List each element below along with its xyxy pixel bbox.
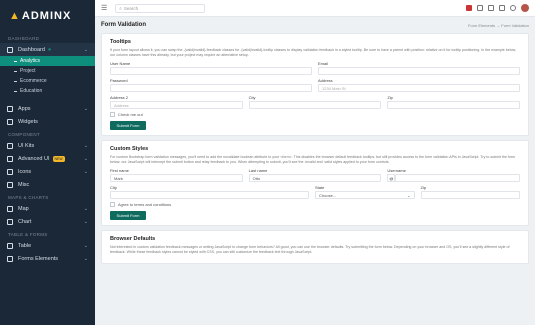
notification-icon[interactable] (499, 5, 505, 11)
chevron-down-icon: ⌄ (407, 193, 411, 198)
misc-icon (7, 181, 13, 188)
table-icon (7, 242, 13, 249)
forms-icon (7, 255, 13, 262)
main-content: Form Validation Form Elements → Form Val… (101, 20, 529, 268)
new-badge: NEW (52, 155, 65, 162)
home-icon (7, 46, 13, 53)
logo[interactable]: ▲ ADMINX (0, 0, 95, 32)
sidebar: ▲ ADMINX DASHBOARD Dashboard ● ⌄ Analytics … (0, 0, 95, 325)
chevron-down-icon: ⌄ (83, 168, 88, 175)
sidebar-item-education[interactable]: Education (0, 86, 95, 96)
city-field[interactable] (248, 101, 382, 109)
submit-button[interactable]: Submit Form (110, 211, 146, 220)
email-field[interactable] (318, 67, 520, 75)
first-name-field[interactable]: Mark (110, 174, 243, 182)
card-description: If your form layout allows it, you can s… (110, 48, 516, 57)
page-title: Form Validation (101, 22, 147, 28)
state-select[interactable]: Choose... ⌄ (315, 191, 415, 199)
topbar: ☰ ⌕ Search (95, 0, 535, 17)
section-dashboard: DASHBOARD (8, 36, 40, 41)
card-title: Custom Styles (110, 146, 149, 152)
card-title: Tooltips (110, 39, 131, 45)
logo-mark-icon: ▲ (9, 10, 21, 22)
avatar[interactable] (521, 4, 529, 12)
card-title: Browser Defaults (110, 236, 156, 242)
password-field[interactable] (110, 84, 312, 92)
section-component: COMPONENT (8, 132, 40, 137)
chevron-down-icon: ⌄ (83, 142, 88, 149)
chevron-down-icon: ⌄ (83, 205, 88, 212)
submit-button[interactable]: Submit Form (110, 121, 146, 130)
sidebar-item-misc[interactable]: Misc (0, 178, 95, 191)
briefcase-icon (7, 142, 13, 149)
zip-field[interactable] (420, 191, 520, 199)
chevron-down-icon: ⌄ (83, 255, 88, 262)
chevron-down-icon: ⌄ (83, 46, 88, 53)
box-icon (7, 155, 13, 162)
last-name-field[interactable]: Otto (248, 174, 382, 182)
chevron-down-icon: ⌄ (83, 242, 88, 249)
sidebar-item-map[interactable]: Map ⌄ (0, 202, 95, 215)
tooltips-card: Tooltips If your form layout allows it, … (101, 33, 529, 136)
check-me-out-checkbox[interactable]: Check me out (110, 112, 520, 117)
at-icon: @ (387, 174, 396, 182)
sidebar-item-table[interactable]: Table ⌄ (0, 239, 95, 252)
custom-styles-card: Custom Styles For custom Bootstrap form … (101, 140, 529, 226)
map-icon (7, 205, 13, 212)
section-maps-charts: MAPS & CHARTS (8, 195, 49, 200)
chart-icon (7, 218, 13, 225)
browser-defaults-card: Browser Defaults Not interested in custo… (101, 230, 529, 264)
section-table-forms: TABLE & FORMS (8, 232, 48, 237)
widgets-icon (7, 118, 13, 125)
card-description: For custom Bootstrap form validation mes… (110, 155, 516, 164)
address2-field[interactable]: Address (110, 101, 243, 109)
username-field[interactable] (395, 174, 521, 182)
sidebar-item-project[interactable]: Project (0, 66, 95, 76)
menu-icon[interactable]: ☰ (101, 4, 107, 12)
chevron-down-icon: ⌄ (83, 105, 88, 112)
username-field[interactable] (110, 67, 312, 75)
sidebar-item-icons[interactable]: Icons ⌄ (0, 165, 95, 178)
address-field[interactable]: 1234 Main St (318, 84, 520, 92)
sidebar-item-widgets[interactable]: Widgets (0, 115, 95, 128)
sidebar-item-uikits[interactable]: UI Kits ⌄ (0, 139, 95, 152)
chevron-down-icon: ⌄ (83, 155, 88, 162)
search-input[interactable]: ⌕ Search (115, 3, 206, 13)
breadcrumb[interactable]: Form Elements → Form Validation (468, 23, 529, 28)
city-field[interactable] (110, 191, 309, 199)
sidebar-item-advanced-ui[interactable]: Advanced UI NEW ⌄ (0, 152, 95, 165)
search-icon: ⌕ (119, 5, 122, 11)
sidebar-item-ecommerce[interactable]: Ecommerce (0, 76, 95, 86)
agree-checkbox[interactable]: Agree to terms and conditions (110, 202, 520, 207)
card-description: Not interested in custom validation feed… (110, 245, 510, 254)
sidebar-item-chart[interactable]: Chart ⌄ (0, 215, 95, 228)
apps-grid-icon[interactable] (477, 5, 483, 11)
apps-icon (7, 105, 13, 112)
icons-icon (7, 168, 13, 175)
chevron-down-icon: ⌄ (83, 218, 88, 225)
flag-icon[interactable] (466, 5, 472, 11)
moon-icon[interactable] (510, 5, 516, 11)
zip-field[interactable] (387, 101, 521, 109)
sidebar-item-apps[interactable]: Apps ⌄ (0, 102, 95, 115)
dot-icon: ● (47, 46, 52, 53)
sidebar-item-analytics[interactable]: Analytics (0, 56, 95, 66)
sidebar-item-forms[interactable]: Forms Elements ⌄ (0, 252, 95, 265)
sidebar-item-dashboard[interactable]: Dashboard ● ⌄ (0, 43, 95, 56)
cart-icon[interactable] (488, 5, 494, 11)
